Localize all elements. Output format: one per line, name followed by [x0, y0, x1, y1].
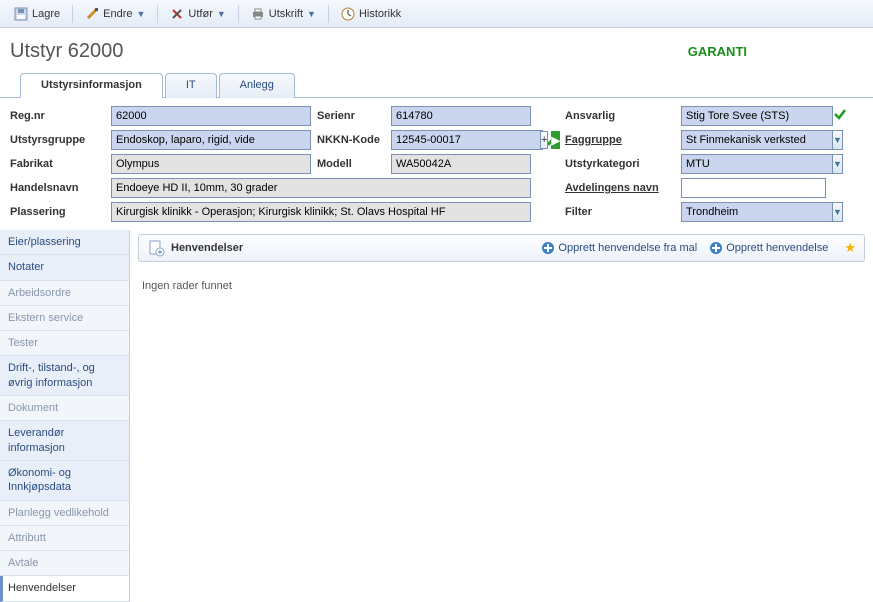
panel-bar: Henvendelser Opprett henvendelse fra mal… — [138, 234, 865, 262]
ansvarlig-label: Ansvarlig — [565, 110, 675, 122]
empty-message: Ingen rader funnet — [138, 262, 865, 310]
filter-field[interactable] — [681, 202, 833, 222]
create-from-template-label: Opprett henvendelse fra mal — [558, 242, 697, 254]
save-button[interactable]: Lagre — [6, 4, 68, 24]
chevron-down-icon: ▼ — [307, 9, 316, 19]
body-row: Eier/plassering Notater Arbeidsordre Eks… — [0, 230, 873, 602]
toolbar-separator — [72, 5, 73, 23]
tab-utstyrsinformasjon[interactable]: Utstyrsinformasjon — [20, 73, 163, 98]
plassering-field[interactable] — [111, 202, 531, 222]
avdnavn-field[interactable] — [681, 178, 826, 198]
regnr-field[interactable] — [111, 106, 311, 126]
chevron-down-icon: ▼ — [217, 9, 226, 19]
sidebar-item-arbeidsordre[interactable]: Arbeidsordre — [0, 281, 129, 306]
sidebar-item-attributt[interactable]: Attributt — [0, 526, 129, 551]
sidebar-item-leverandor[interactable]: Leverandør informasjon — [0, 421, 129, 461]
faggruppe-field[interactable] — [681, 130, 833, 150]
main-tabs: Utstyrsinformasjon IT Anlegg — [0, 73, 873, 98]
add-button[interactable]: + — [540, 131, 548, 149]
star-icon[interactable]: ★ — [844, 240, 856, 256]
history-button[interactable]: Historikk — [333, 4, 409, 24]
execute-label: Utfør — [188, 8, 212, 20]
printer-icon — [251, 7, 265, 21]
tab-anlegg[interactable]: Anlegg — [219, 73, 295, 98]
nkkn-label: NKKN-Kode — [317, 134, 385, 146]
faggruppe-label[interactable]: Faggruppe — [565, 134, 675, 146]
ansvarlig-field[interactable] — [681, 106, 833, 126]
sidebar-item-tester[interactable]: Tester — [0, 331, 129, 356]
pencil-icon — [85, 7, 99, 21]
change-button[interactable]: Endre ▼ — [77, 4, 153, 24]
gruppe-label: Utstyrsgruppe — [10, 134, 105, 146]
form-area: Reg.nr Serienr Ansvarlig Utstyrsgruppe N… — [0, 98, 873, 230]
check-icon — [833, 106, 847, 121]
create-from-template-link[interactable]: Opprett henvendelse fra mal — [541, 241, 697, 255]
save-label: Lagre — [32, 8, 60, 20]
filter-label: Filter — [565, 206, 675, 218]
sidebar-item-avtale[interactable]: Avtale — [0, 551, 129, 576]
handelsnavn-field[interactable] — [111, 178, 531, 198]
toolbar: Lagre Endre ▼ Utfør ▼ Utskrift ▼ Histori… — [0, 0, 873, 28]
dropdown-button[interactable]: ▼ — [833, 130, 843, 150]
sidebar-item-planlegg[interactable]: Planlegg vedlikehold — [0, 501, 129, 526]
serienr-field[interactable] — [391, 106, 531, 126]
tools-icon — [170, 7, 184, 21]
document-icon — [147, 239, 165, 257]
fabrikat-label: Fabrikat — [10, 158, 105, 170]
create-link[interactable]: Opprett henvendelse — [709, 241, 828, 255]
sidebar: Eier/plassering Notater Arbeidsordre Eks… — [0, 230, 130, 602]
dropdown-button[interactable]: ▼ — [833, 154, 843, 174]
print-button[interactable]: Utskrift ▼ — [243, 4, 324, 24]
sidebar-item-drift[interactable]: Drift-, tilstand-, og øvrig informasjon — [0, 356, 129, 396]
plus-circle-icon — [709, 241, 723, 255]
execute-button[interactable]: Utfør ▼ — [162, 4, 233, 24]
sidebar-item-okonomi[interactable]: Økonomi- og Innkjøpsdata — [0, 461, 129, 501]
clock-icon — [341, 7, 355, 21]
modell-label: Modell — [317, 158, 385, 170]
toolbar-separator — [157, 5, 158, 23]
tab-it[interactable]: IT — [165, 73, 217, 98]
gruppe-field[interactable] — [111, 130, 311, 150]
fabrikat-field[interactable] — [111, 154, 311, 174]
sidebar-item-notater[interactable]: Notater — [0, 255, 129, 280]
toolbar-separator — [238, 5, 239, 23]
chevron-down-icon: ▼ — [137, 9, 146, 19]
panel-title: Henvendelser — [171, 242, 243, 254]
handelsnavn-label: Handelsnavn — [10, 182, 105, 194]
print-label: Utskrift — [269, 8, 303, 20]
content: Henvendelser Opprett henvendelse fra mal… — [130, 230, 873, 602]
nkkn-field[interactable] — [391, 130, 543, 150]
history-label: Historikk — [359, 8, 401, 20]
sidebar-item-henvendelser[interactable]: Henvendelser — [0, 576, 129, 601]
sidebar-item-dokument[interactable]: Dokument — [0, 396, 129, 421]
page-header: Utstyr 62000 GARANTI — [0, 28, 873, 73]
kategori-field[interactable] — [681, 154, 833, 174]
panel-actions: Opprett henvendelse fra mal Opprett henv… — [541, 240, 856, 256]
serienr-label: Serienr — [317, 110, 385, 122]
create-label: Opprett henvendelse — [726, 242, 828, 254]
plassering-label: Plassering — [10, 206, 105, 218]
sidebar-item-ekstern-service[interactable]: Ekstern service — [0, 306, 129, 331]
kategori-label: Utstyrkategori — [565, 158, 675, 170]
change-label: Endre — [103, 8, 132, 20]
plus-circle-icon — [541, 241, 555, 255]
save-icon — [14, 7, 28, 21]
warranty-label: GARANTI — [688, 44, 747, 59]
sidebar-item-eier[interactable]: Eier/plassering — [0, 230, 129, 255]
modell-field[interactable] — [391, 154, 531, 174]
go-button[interactable]: ▶ — [551, 131, 559, 149]
dropdown-button[interactable]: ▼ — [833, 202, 843, 222]
avdnavn-label[interactable]: Avdelingens navn — [565, 182, 675, 194]
regnr-label: Reg.nr — [10, 110, 105, 122]
page-title: Utstyr 62000 — [10, 40, 123, 63]
toolbar-separator — [328, 5, 329, 23]
